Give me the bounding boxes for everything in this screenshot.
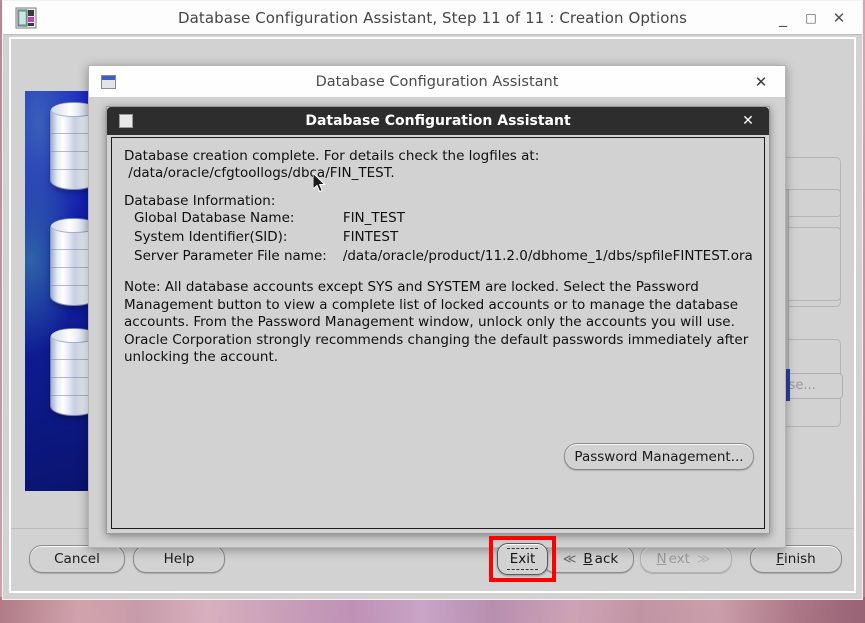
message-line-1: Database creation complete. For details … [124, 148, 540, 164]
main-window-titlebar[interactable]: Database Configuration Assistant, Step 1… [3, 1, 862, 35]
finish-button[interactable]: Finish [750, 545, 842, 573]
chevron-left-icon: ≪ [562, 551, 577, 567]
close-icon[interactable]: ✕ [751, 66, 771, 98]
info-label: Server Parameter File name: [134, 248, 327, 264]
info-heading: Database Information: [124, 193, 276, 209]
outer-dialog: Database Configuration Assistant ✕ Datab… [88, 65, 786, 582]
database-cylinder-graphic [51, 103, 91, 189]
database-cylinder-graphic [51, 329, 91, 415]
close-icon[interactable]: ✕ [739, 107, 757, 135]
next-button[interactable]: Next ≫ [640, 545, 732, 573]
exit-button-highlight-group: Exit [489, 536, 556, 582]
table-row: System Identifier(SID): FINTEST [124, 229, 753, 248]
info-value: /data/oracle/product/11.2.0/dbhome_1/dbs… [342, 248, 753, 264]
password-management-button[interactable]: Password Management... [564, 443, 754, 470]
inner-dialog: Database Configuration Assistant ✕ Datab… [106, 106, 770, 534]
message-line-2: /data/oracle/cfgtoollogs/dbca/FIN_TEST. [124, 165, 395, 181]
next-mnemonic: N [656, 551, 667, 567]
completion-message: Database creation complete. For details … [124, 148, 754, 367]
outer-dialog-titlebar[interactable]: Database Configuration Assistant ✕ [89, 66, 785, 98]
back-label: ack [594, 551, 619, 567]
next-label: ext [668, 551, 690, 567]
inner-dialog-titlebar[interactable]: Database Configuration Assistant ✕ [107, 107, 769, 135]
table-row: Global Database Name: FIN_TEST [124, 210, 753, 229]
info-label: Global Database Name: [134, 210, 295, 226]
finish-label: inish [784, 551, 816, 567]
help-button[interactable]: Help [133, 545, 225, 573]
database-banner-artwork [25, 91, 91, 491]
inner-dialog-title: Database Configuration Assistant [305, 113, 571, 129]
info-value: FINTEST [342, 229, 399, 245]
page-title: Database Configuration Assistant, Step 1… [177, 9, 688, 27]
close-icon[interactable]: ✕ [826, 1, 852, 35]
maximize-icon[interactable]: □ [798, 1, 824, 35]
exit-button[interactable]: Exit [497, 543, 548, 575]
info-value: FIN_TEST [342, 210, 405, 226]
info-label: System Identifier(SID): [134, 229, 288, 245]
inner-dialog-content: Database creation complete. For details … [111, 137, 765, 529]
minimize-icon[interactable]: _ [770, 1, 796, 35]
back-mnemonic: B [583, 551, 593, 567]
table-row: Server Parameter File name: /data/oracle… [124, 248, 753, 267]
finish-mnemonic: F [776, 551, 785, 567]
cancel-button[interactable]: Cancel [29, 545, 125, 573]
password-note-text: Note: All database accounts except SYS a… [124, 279, 749, 365]
outer-dialog-title: Database Configuration Assistant [315, 74, 559, 90]
chevron-right-icon: ≫ [696, 551, 711, 567]
database-information-table: Global Database Name: FIN_TEST System Id… [124, 210, 753, 267]
database-cylinder-graphic [51, 219, 91, 305]
